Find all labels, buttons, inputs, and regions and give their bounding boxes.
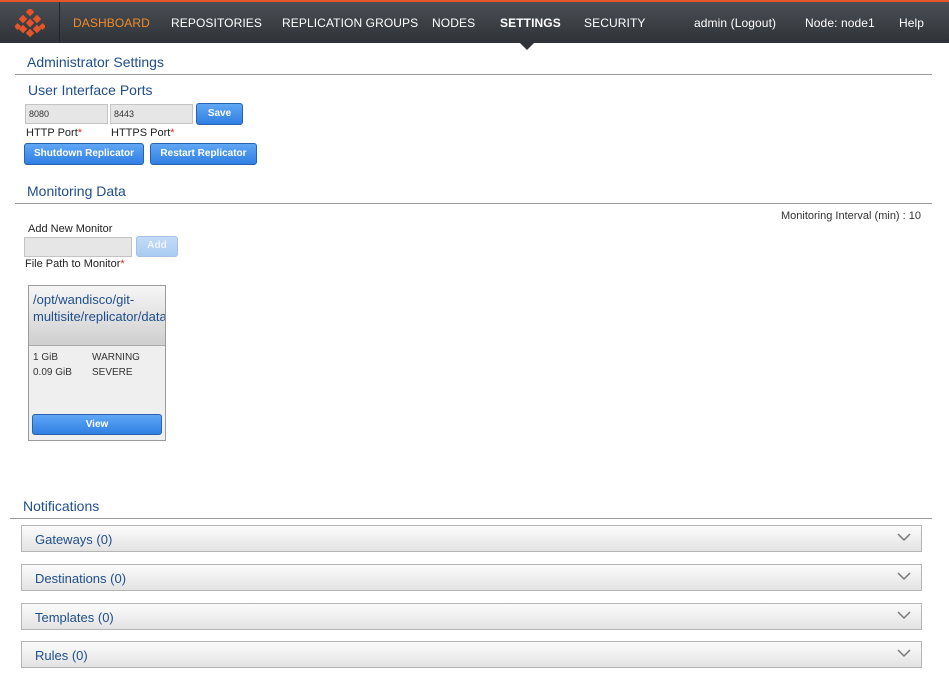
nav-dashboard[interactable]: DASHBOARD: [73, 16, 150, 30]
admin-settings-title: Administrator Settings: [27, 54, 164, 70]
nav-settings[interactable]: SETTINGS: [500, 16, 561, 30]
nav-node-label: Node: node1: [805, 16, 875, 30]
chevron-down-icon: [897, 572, 911, 581]
nav-nodes[interactable]: NODES: [432, 16, 475, 30]
monitoring-data-title: Monitoring Data: [27, 183, 126, 199]
https-port-label: HTTPS Port*: [111, 127, 175, 139]
save-button[interactable]: Save: [196, 103, 243, 125]
panel-label: Templates (0): [35, 610, 114, 625]
http-port-input[interactable]: [25, 104, 108, 124]
panel-rules[interactable]: Rules (0): [21, 641, 922, 668]
threshold-size: 0.09 GiB: [33, 367, 72, 378]
active-tab-caret-icon: [520, 43, 534, 50]
restart-replicator-button[interactable]: Restart Replicator: [150, 143, 257, 165]
divider: [10, 518, 932, 519]
required-mark: *: [77, 127, 83, 139]
notifications-title: Notifications: [23, 498, 100, 514]
view-monitor-button[interactable]: View: [32, 414, 162, 435]
top-nav-bar: DASHBOARD REPOSITORIES REPLICATION GROUP…: [0, 0, 949, 43]
threshold-level: WARNING: [92, 352, 140, 363]
threshold-row: 1 GiB WARNING: [33, 352, 140, 363]
chevron-down-icon: [897, 649, 911, 658]
nav-repositories[interactable]: REPOSITORIES: [171, 16, 262, 30]
nav-replication-groups[interactable]: REPLICATION GROUPS: [282, 16, 418, 30]
file-path-input[interactable]: [24, 237, 132, 257]
logo[interactable]: [0, 2, 60, 43]
ui-ports-title: User Interface Ports: [28, 82, 153, 98]
nav-help[interactable]: Help: [899, 16, 924, 30]
panel-gateways[interactable]: Gateways (0): [21, 525, 922, 552]
threshold-size: 1 GiB: [33, 352, 59, 363]
panel-destinations[interactable]: Destinations (0): [21, 564, 922, 591]
panel-templates[interactable]: Templates (0): [21, 603, 922, 630]
monitor-card: /opt/wandisco/git-multisite/replicator/d…: [28, 285, 166, 441]
add-monitor-title: Add New Monitor: [28, 223, 113, 235]
file-path-label: File Path to Monitor*: [25, 258, 125, 270]
required-mark: *: [170, 127, 175, 139]
monitoring-interval: Monitoring Interval (min) : 10: [781, 210, 921, 222]
threshold-level: SEVERE: [92, 367, 133, 378]
panel-label: Rules (0): [35, 648, 88, 663]
chevron-down-icon: [897, 611, 911, 620]
panel-label: Destinations (0): [35, 571, 127, 586]
add-monitor-button[interactable]: Add: [136, 236, 178, 257]
wandisco-logo-icon: [15, 9, 45, 37]
nav-security[interactable]: SECURITY: [584, 16, 645, 30]
divider: [15, 203, 932, 204]
threshold-row: 0.09 GiB SEVERE: [33, 367, 133, 378]
panel-label: Gateways (0): [35, 532, 113, 547]
chevron-down-icon: [897, 533, 911, 542]
https-port-input[interactable]: [110, 104, 193, 124]
required-mark: *: [120, 258, 125, 270]
http-port-label: HTTP Port*: [26, 127, 83, 139]
monitor-path[interactable]: /opt/wandisco/git-multisite/replicator/d…: [29, 286, 165, 346]
shutdown-replicator-button[interactable]: Shutdown Replicator: [24, 143, 144, 165]
nav-user-logout[interactable]: admin (Logout): [694, 16, 776, 30]
divider: [15, 74, 932, 75]
